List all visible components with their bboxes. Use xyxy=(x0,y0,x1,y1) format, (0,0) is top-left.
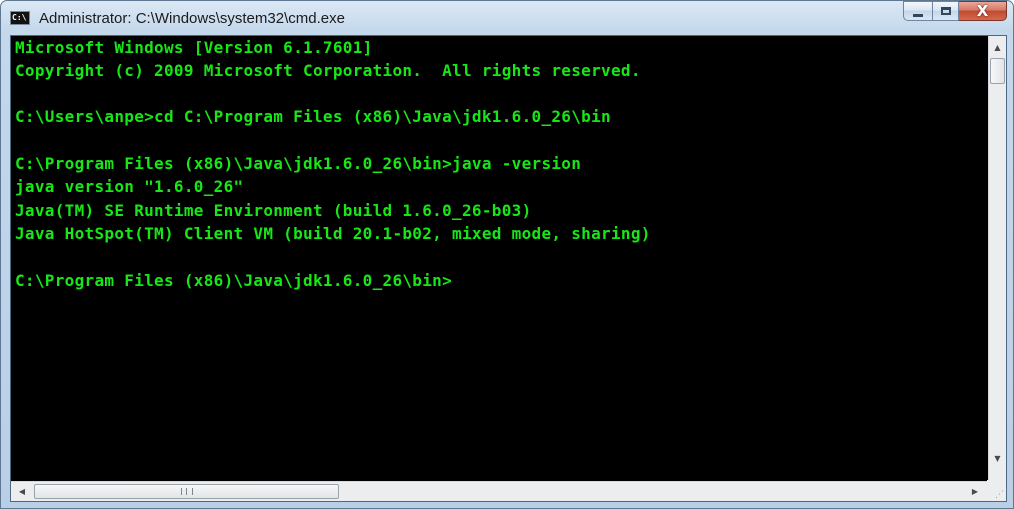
vertical-scroll-thumb[interactable] xyxy=(990,58,1005,84)
vertical-scrollbar[interactable]: ▲ ▼ xyxy=(988,36,1006,482)
minimize-button[interactable] xyxy=(903,1,932,21)
console-line: C:\Program Files (x86)\Java\jdk1.6.0_26\… xyxy=(15,154,582,173)
horizontal-scroll-thumb[interactable] xyxy=(34,484,339,499)
console-line: C:\Users\anpe>cd C:\Program Files (x86)\… xyxy=(15,107,611,126)
title-bar[interactable]: C:\ Administrator: C:\Windows\system32\c… xyxy=(1,1,1013,35)
maximize-icon xyxy=(940,7,951,15)
cmd-window: C:\ Administrator: C:\Windows\system32\c… xyxy=(0,0,1014,509)
window-title: Administrator: C:\Windows\system32\cmd.e… xyxy=(39,10,345,27)
scroll-left-icon[interactable]: ◀ xyxy=(13,482,31,501)
thumb-grip-icon xyxy=(181,488,193,495)
console-output[interactable]: Microsoft Windows [Version 6.1.7601] Cop… xyxy=(11,36,989,482)
resize-grip-icon[interactable] xyxy=(987,480,1006,501)
console-line: Java HotSpot(TM) Client VM (build 20.1-b… xyxy=(15,224,651,243)
console-line: Java(TM) SE Runtime Environment (build 1… xyxy=(15,201,532,220)
caption-buttons: X xyxy=(903,1,1007,27)
console-line: java version "1.6.0_26" xyxy=(15,177,244,196)
scroll-up-icon[interactable]: ▲ xyxy=(989,39,1006,56)
maximize-button[interactable] xyxy=(932,1,959,21)
console-line: Microsoft Windows [Version 6.1.7601] xyxy=(15,38,373,57)
horizontal-scrollbar[interactable]: ◀ ▶ xyxy=(11,481,989,501)
close-icon: X xyxy=(976,2,989,20)
cmd-app-icon[interactable]: C:\ xyxy=(10,11,30,25)
console-prompt-line: C:\Program Files (x86)\Java\jdk1.6.0_26\… xyxy=(15,271,453,290)
scroll-right-icon[interactable]: ▶ xyxy=(966,482,984,501)
console-frame: Microsoft Windows [Version 6.1.7601] Cop… xyxy=(10,35,1007,502)
scroll-down-icon[interactable]: ▼ xyxy=(989,450,1006,467)
minimize-icon xyxy=(913,13,923,17)
close-button[interactable]: X xyxy=(959,1,1007,21)
console-line: Copyright (c) 2009 Microsoft Corporation… xyxy=(15,61,641,80)
